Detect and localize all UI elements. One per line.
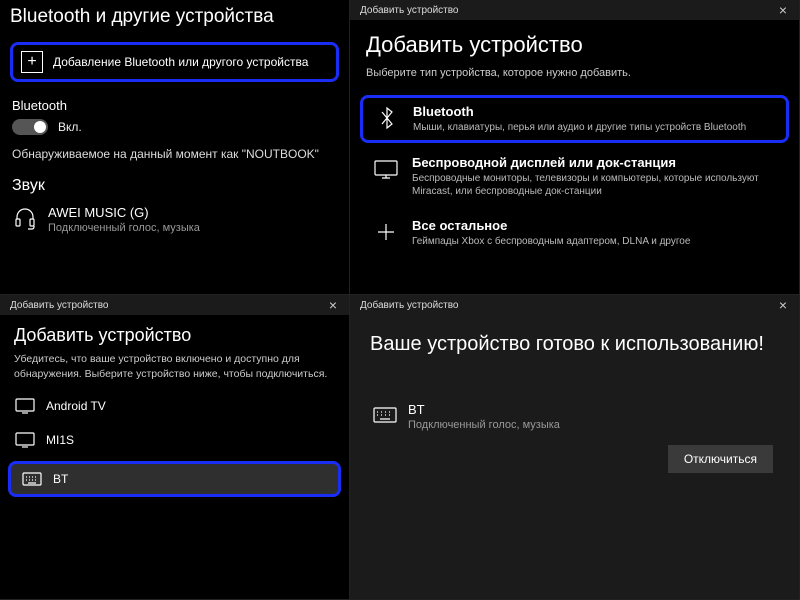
device-name: BT xyxy=(408,402,560,417)
dialog-header: Добавить устройство × xyxy=(350,0,799,20)
device-name: AWEI MUSIC (G) xyxy=(48,205,200,220)
keyboard-icon xyxy=(372,402,398,428)
device-item-androidtv[interactable]: Android TV xyxy=(0,389,349,423)
bluetooth-label: Bluetooth xyxy=(0,92,349,117)
plus-icon: + xyxy=(21,51,43,73)
option-sub: Беспроводные мониторы, телевизоры и комп… xyxy=(412,172,777,198)
add-device-dialog-done: Добавить устройство × Ваше устройство го… xyxy=(350,295,800,600)
settings-panel: Bluetooth и другие устройства + Добавлен… xyxy=(0,0,350,295)
disconnect-button[interactable]: Отключиться xyxy=(668,445,773,473)
bluetooth-icon xyxy=(373,104,401,132)
dialog-subtitle: Убедитесь, что ваше устройство включено … xyxy=(0,350,349,389)
add-device-dialog-type: Добавить устройство × Добавить устройств… xyxy=(350,0,800,295)
dialog-header: Добавить устройство × xyxy=(0,295,349,315)
keyboard-icon xyxy=(21,470,43,488)
discoverable-text: Обнаруживаемое на данный момент как "NOU… xyxy=(0,145,349,171)
dialog-title: Добавить устройство xyxy=(360,5,459,16)
close-icon[interactable]: × xyxy=(325,297,341,313)
bluetooth-toggle[interactable] xyxy=(12,119,48,135)
option-bluetooth[interactable]: Bluetooth Мыши, клавиатуры, перья или ау… xyxy=(360,95,789,143)
option-sub: Геймпады Xbox с беспроводным адаптером, … xyxy=(412,235,690,248)
device-item-label: BT xyxy=(53,472,68,486)
dialog-title: Добавить устройство xyxy=(360,300,459,311)
sound-heading: Звук xyxy=(0,171,349,201)
close-icon[interactable]: × xyxy=(775,2,791,18)
dialog-title: Добавить устройство xyxy=(10,300,109,311)
option-everything-else[interactable]: Все остальное Геймпады Xbox с беспроводн… xyxy=(360,210,789,256)
display-icon xyxy=(14,397,36,415)
device-item-label: Android TV xyxy=(46,399,106,413)
page-title: Bluetooth и другие устройства xyxy=(0,0,349,38)
option-wireless-display[interactable]: Беспроводной дисплей или док-станция Бес… xyxy=(360,147,789,206)
audio-device-row[interactable]: AWEI MUSIC (G) Подключенный голос, музык… xyxy=(0,201,349,238)
add-device-label: Добавление Bluetooth или другого устройс… xyxy=(53,55,308,69)
add-device-button[interactable]: + Добавление Bluetooth или другого устро… xyxy=(10,42,339,82)
display-icon xyxy=(372,155,400,183)
option-title: Беспроводной дисплей или док-станция xyxy=(412,155,777,170)
dialog-heading: Добавить устройство xyxy=(350,20,799,64)
dialog-heading: Добавить устройство xyxy=(0,315,349,350)
option-title: Bluetooth xyxy=(413,104,746,119)
display-icon xyxy=(14,431,36,449)
headset-icon xyxy=(12,205,38,231)
dialog-subtitle: Выберите тип устройства, которое нужно д… xyxy=(350,64,799,91)
close-icon[interactable]: × xyxy=(775,297,791,313)
dialog-header: Добавить устройство × xyxy=(350,295,799,315)
add-device-dialog-list: Добавить устройство × Добавить устройств… xyxy=(0,295,350,600)
device-item-bt[interactable]: BT xyxy=(8,461,341,497)
plus-icon xyxy=(372,218,400,246)
device-item-label: MI1S xyxy=(46,433,74,447)
connected-device-row: BT Подключенный голос, музыка xyxy=(350,392,799,441)
ready-heading: Ваше устройство готово к использованию! xyxy=(350,315,799,362)
option-sub: Мыши, клавиатуры, перья или аудио и друг… xyxy=(413,121,746,134)
toggle-state-label: Вкл. xyxy=(58,120,82,134)
device-status: Подключенный голос, музыка xyxy=(408,419,560,431)
option-title: Все остальное xyxy=(412,218,690,233)
device-item-mi1s[interactable]: MI1S xyxy=(0,423,349,457)
device-status: Подключенный голос, музыка xyxy=(48,222,200,234)
